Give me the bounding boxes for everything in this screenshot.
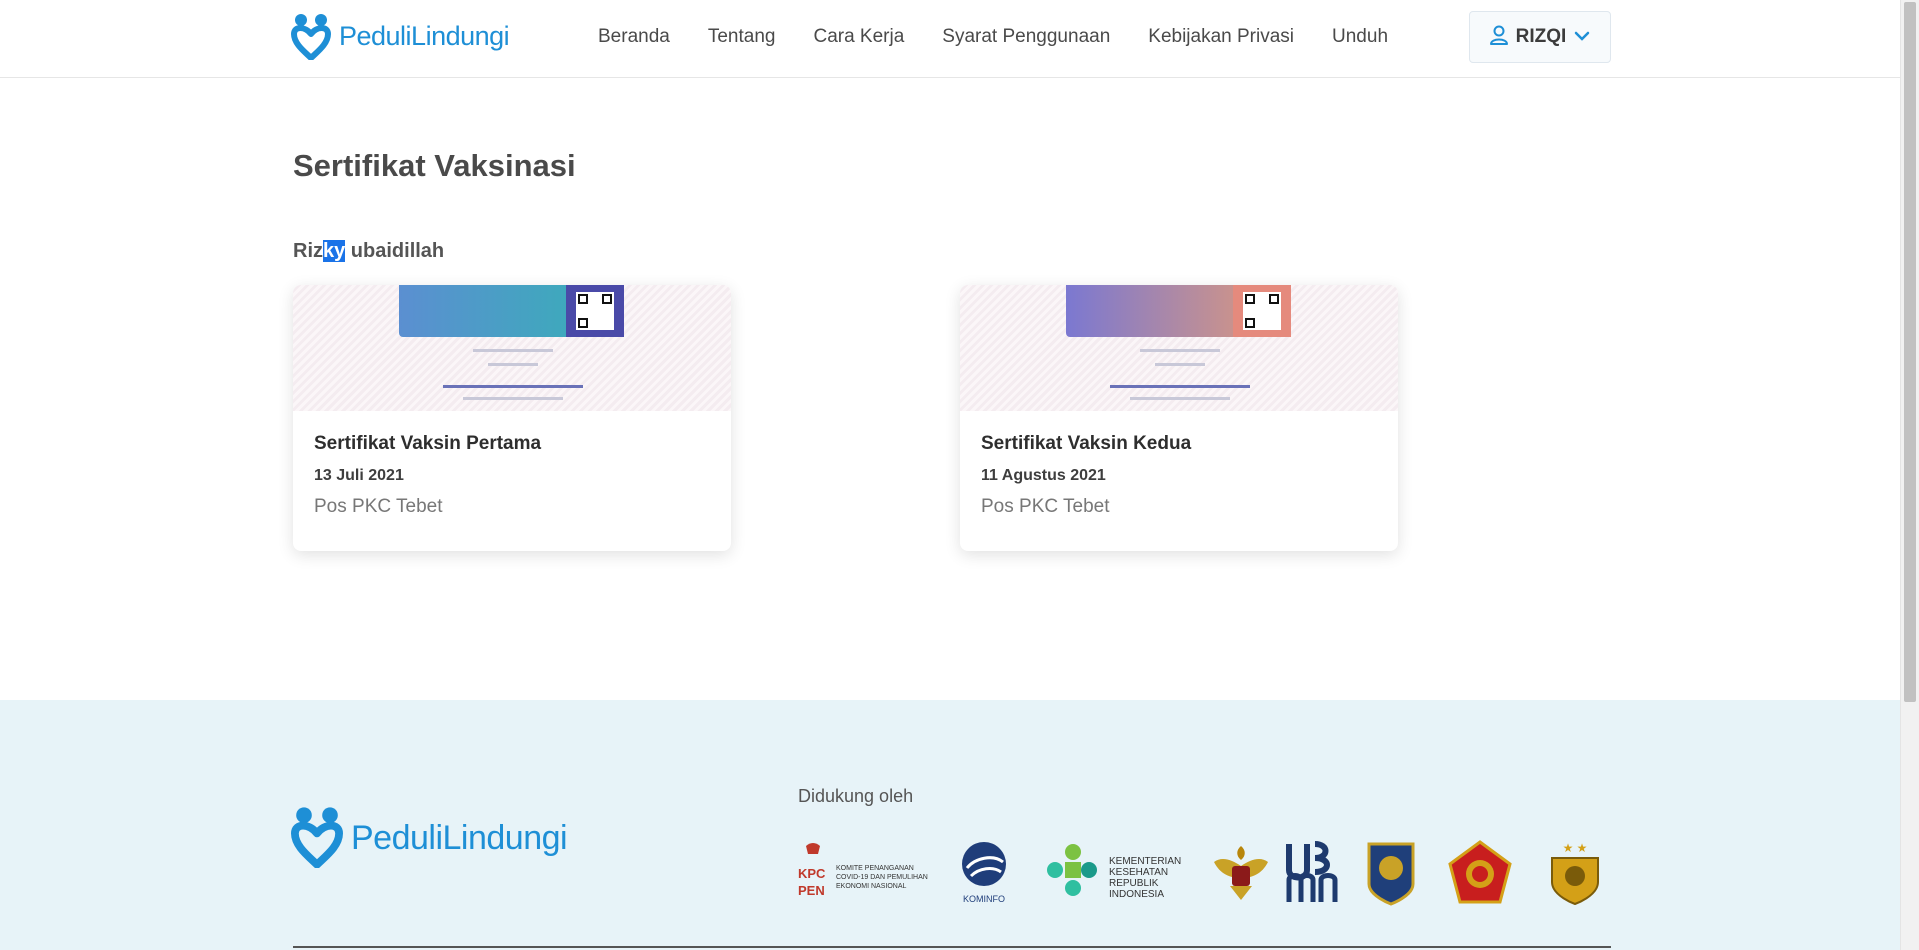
nav-unduh[interactable]: Unduh (1332, 26, 1388, 48)
nav-cara-kerja[interactable]: Cara Kerja (813, 26, 904, 48)
kemenkes-line: KESEHATAN (1109, 867, 1168, 878)
kemenkes-logo: KEMENTERIAN KESEHATAN REPUBLIK INDONESIA (1043, 840, 1193, 911)
kpcpen-line: KOMITE PENANGANAN (836, 865, 914, 872)
nav-kebijakan-privasi[interactable]: Kebijakan Privasi (1148, 26, 1294, 48)
kpcpen-line: EKONOMI NASIONAL (836, 883, 907, 890)
supporter-logos: KPC PEN KOMITE PENANGANAN COVID-19 DAN P… (798, 840, 1610, 910)
user-icon (1489, 25, 1508, 50)
card-date: 11 Agustus 2021 (981, 467, 1106, 484)
card-title: Sertifikat Vaksin Kedua (981, 433, 1192, 454)
footer-brand[interactable]: PeduliLindungi (291, 804, 568, 873)
footer-brand-name: PeduliLindungi (351, 819, 568, 857)
pedulilindungi-logo-icon (291, 804, 343, 873)
kemenkes-line: REPUBLIK (1109, 878, 1159, 889)
garuda-emblem-icon (1210, 840, 1272, 911)
certificate-preview (293, 285, 731, 411)
person-name: Rizky ubaidillah (293, 240, 444, 263)
user-menu-button[interactable]: RIZQI (1469, 11, 1611, 63)
kominfo-text: KOMINFO (963, 894, 1005, 904)
chevron-down-icon (1574, 28, 1590, 46)
card-location: Pos PKC Tebet (981, 496, 1110, 517)
footer-divider (293, 946, 1611, 948)
page-title: Sertifikat Vaksinasi (293, 148, 576, 183)
qr-code-icon (566, 285, 624, 337)
kpcpen-logo: KPC PEN KOMITE PENANGANAN COVID-19 DAN P… (798, 840, 928, 911)
kpcpen-mark-bottom: PEN (798, 883, 825, 898)
person-name-selection: ky (323, 240, 346, 262)
kpcpen-mark-top: KPC (798, 866, 826, 881)
card-location: Pos PKC Tebet (314, 496, 443, 517)
certificate-header-band (1066, 285, 1291, 337)
bumn-logo-icon (1285, 840, 1341, 911)
supported-by-label: Didukung oleh (798, 786, 914, 806)
footer: PeduliLindungi Didukung oleh KPC PEN KOM… (0, 700, 1900, 950)
svg-text:★ ★: ★ ★ (1563, 841, 1588, 855)
pedulilindungi-logo-icon (291, 12, 331, 60)
person-name-part: Riz (293, 240, 323, 262)
qr-code-icon (1233, 285, 1291, 337)
polri-emblem-icon: ★ ★ (1542, 840, 1608, 911)
page-scrollbar[interactable] (1900, 0, 1919, 950)
kemenkes-line: KEMENTERIAN (1109, 856, 1181, 867)
certificate-card-first-dose[interactable]: Sertifikat Vaksin Pertama 13 Juli 2021 P… (293, 285, 731, 551)
certificate-card-second-dose[interactable]: Sertifikat Vaksin Kedua 11 Agustus 2021 … (960, 285, 1398, 551)
main-nav: Beranda Tentang Cara Kerja Syarat Penggu… (598, 26, 1426, 48)
brand-name: PeduliLindungi (339, 20, 510, 51)
kemendagri-emblem-icon (1365, 840, 1417, 911)
card-date: 13 Juli 2021 (314, 467, 404, 484)
nav-tentang[interactable]: Tentang (708, 26, 776, 48)
person-name-part: ubaidillah (345, 240, 445, 262)
certificate-header-band (399, 285, 624, 337)
user-name: RIZQI (1515, 26, 1567, 47)
certificate-preview (960, 285, 1398, 411)
nav-beranda[interactable]: Beranda (598, 26, 670, 48)
brand-logo[interactable]: PeduliLindungi (291, 12, 510, 60)
kominfo-logo: KOMINFO (953, 840, 1015, 911)
card-title: Sertifikat Vaksin Pertama (314, 433, 542, 454)
tni-emblem-icon (1446, 840, 1514, 911)
nav-syarat-penggunaan[interactable]: Syarat Penggunaan (942, 26, 1110, 48)
top-navbar: PeduliLindungi Beranda Tentang Cara Kerj… (0, 0, 1900, 78)
kemenkes-line: INDONESIA (1109, 889, 1164, 900)
scrollbar-thumb[interactable] (1904, 2, 1916, 702)
kpcpen-line: COVID-19 DAN PEMULIHAN (836, 874, 928, 881)
